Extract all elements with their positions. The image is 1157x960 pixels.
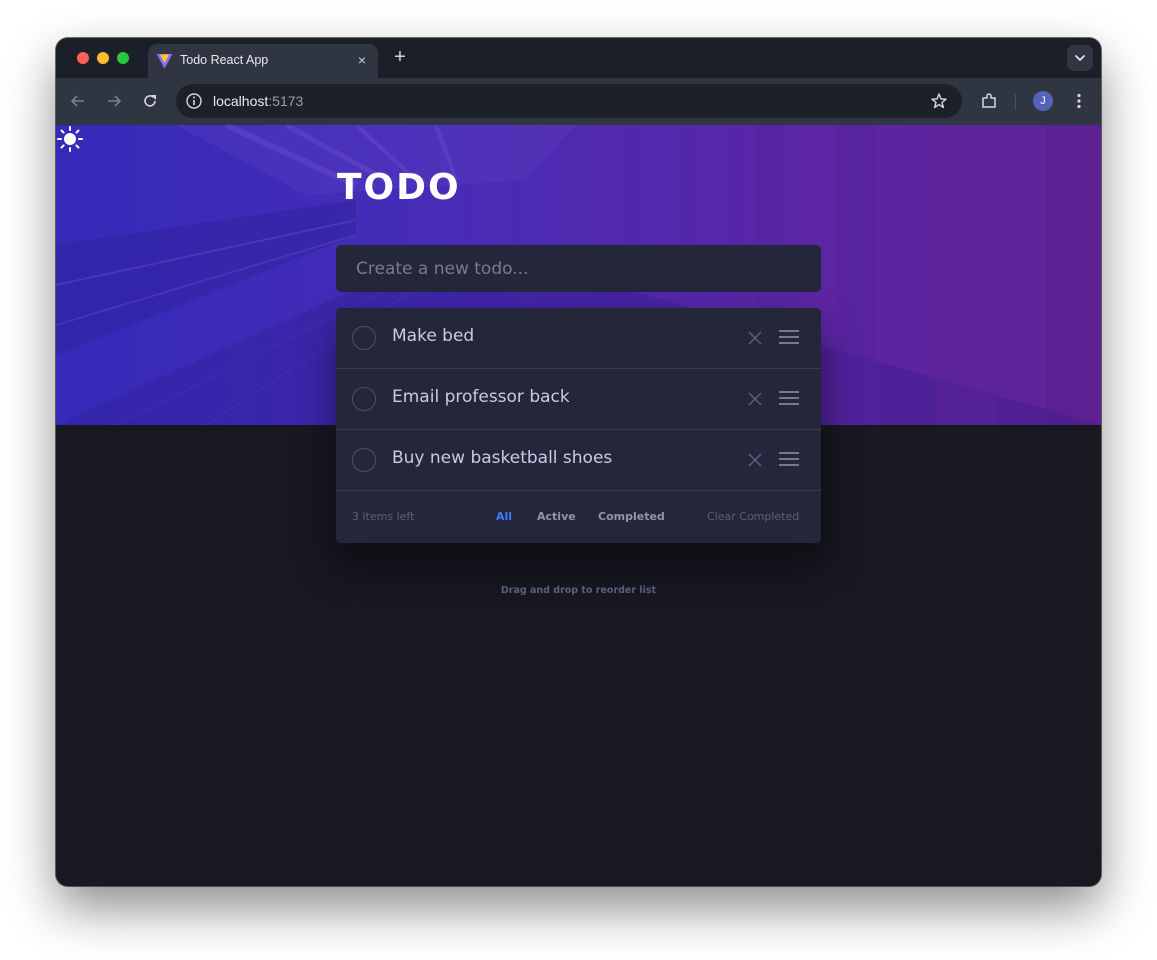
chevron-down-icon bbox=[1075, 55, 1085, 61]
filter-completed[interactable]: Completed bbox=[598, 510, 665, 523]
filter-active[interactable]: Active bbox=[537, 510, 576, 523]
drag-handle-icon[interactable] bbox=[779, 390, 799, 406]
extensions-icon[interactable] bbox=[979, 91, 999, 111]
kebab-menu-icon[interactable] bbox=[1069, 91, 1089, 111]
items-left-count: 3 items left bbox=[352, 510, 415, 523]
todo-text: Buy new basketball shoes bbox=[392, 448, 613, 468]
todo-item[interactable]: Make bed bbox=[336, 308, 821, 369]
todo-text: Make bed bbox=[392, 326, 475, 346]
tab-todo-react-app[interactable]: Todo React App × bbox=[148, 44, 378, 78]
drag-drop-hint: Drag and drop to reorder list bbox=[500, 585, 657, 596]
filter-all[interactable]: All bbox=[496, 510, 512, 523]
close-window-button[interactable] bbox=[77, 52, 89, 64]
new-todo-input[interactable] bbox=[336, 245, 821, 292]
info-icon[interactable] bbox=[185, 92, 203, 110]
star-icon[interactable] bbox=[930, 92, 948, 110]
forward-arrow-icon[interactable] bbox=[104, 91, 124, 111]
delete-x-icon[interactable] bbox=[747, 391, 763, 407]
page-content: TODO Make bed bbox=[56, 125, 1101, 886]
check-circle-icon[interactable] bbox=[352, 326, 376, 350]
delete-x-icon[interactable] bbox=[747, 452, 763, 468]
toolbar-separator bbox=[1015, 94, 1016, 110]
back-arrow-icon[interactable] bbox=[68, 91, 88, 111]
address-bar[interactable]: localhost:5173 bbox=[176, 84, 962, 118]
minimize-window-button[interactable] bbox=[97, 52, 109, 64]
reload-icon[interactable] bbox=[140, 91, 160, 111]
vite-logo-icon bbox=[156, 54, 173, 69]
url-port: :5173 bbox=[268, 93, 304, 109]
todo-item[interactable]: Buy new basketball shoes bbox=[336, 430, 821, 491]
todo-item[interactable]: Email professor back bbox=[336, 369, 821, 430]
check-circle-icon[interactable] bbox=[352, 387, 376, 411]
tab-search-button[interactable] bbox=[1067, 45, 1093, 71]
tab-strip: Todo React App × + bbox=[56, 38, 1101, 78]
sun-icon[interactable] bbox=[56, 125, 84, 153]
todo-footer: 3 items left All Active Completed Clear … bbox=[336, 491, 821, 543]
delete-x-icon[interactable] bbox=[747, 330, 763, 346]
profile-avatar[interactable]: J bbox=[1033, 91, 1053, 111]
drag-handle-icon[interactable] bbox=[779, 329, 799, 345]
tab-title: Todo React App bbox=[180, 53, 269, 67]
url-text: localhost:5173 bbox=[213, 93, 303, 109]
app-title: TODO bbox=[337, 167, 461, 208]
clear-completed-button[interactable]: Clear Completed bbox=[707, 510, 799, 523]
drag-handle-icon[interactable] bbox=[779, 451, 799, 467]
tab-close-icon[interactable]: × bbox=[354, 52, 370, 68]
browser-window: Todo React App × + localhost:5173 J TODO… bbox=[56, 38, 1101, 886]
browser-toolbar: localhost:5173 J bbox=[56, 78, 1101, 125]
todo-list-panel: Make bed Email professor back Buy new ba… bbox=[336, 308, 821, 543]
new-tab-button[interactable]: + bbox=[390, 47, 410, 67]
maximize-window-button[interactable] bbox=[117, 52, 129, 64]
todo-text: Email professor back bbox=[392, 387, 570, 407]
check-circle-icon[interactable] bbox=[352, 448, 376, 472]
url-host: localhost bbox=[213, 93, 269, 109]
